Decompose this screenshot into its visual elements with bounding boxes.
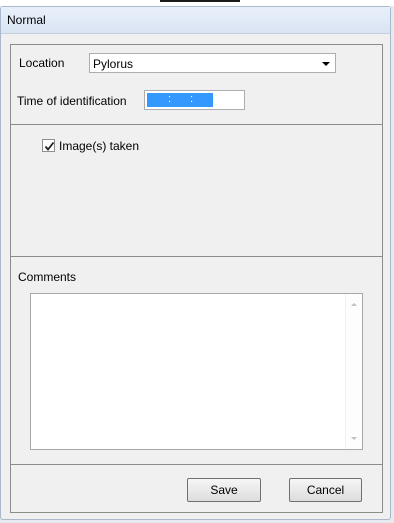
time-label: Time of identification — [17, 94, 127, 108]
cancel-button[interactable]: Cancel — [289, 478, 362, 502]
dialog-window: Normal Location Pylorus Time of identifi… — [0, 6, 391, 520]
top-strip-mark — [160, 0, 240, 2]
comments-label: Comments — [18, 270, 77, 284]
time-separator-2: : — [190, 93, 194, 105]
location-label: Location — [19, 56, 65, 70]
comments-scrollbar[interactable] — [345, 294, 362, 449]
time-selection-highlight — [147, 93, 213, 107]
comments-group: Comments — [10, 256, 383, 465]
comments-textarea[interactable] — [30, 293, 363, 450]
time-separator-1: : — [168, 93, 172, 105]
checkmark-icon — [44, 141, 55, 151]
scroll-up-arrow-icon[interactable] — [351, 303, 357, 306]
identification-group: Location Pylorus Time of identification … — [10, 44, 383, 125]
chevron-down-icon[interactable] — [322, 62, 330, 66]
scroll-down-arrow-icon[interactable] — [351, 437, 357, 440]
location-dropdown[interactable]: Pylorus — [89, 53, 336, 73]
save-button[interactable]: Save — [187, 478, 261, 502]
images-taken-label[interactable]: Image(s) taken — [59, 139, 139, 153]
time-input[interactable]: : : — [144, 90, 245, 110]
location-value: Pylorus — [93, 57, 134, 71]
window-title: Normal — [7, 13, 46, 27]
images-taken-checkbox[interactable] — [42, 139, 55, 152]
images-group: Image(s) taken — [10, 124, 383, 257]
titlebar: Normal — [1, 7, 390, 34]
button-bar: Save Cancel — [10, 464, 383, 513]
